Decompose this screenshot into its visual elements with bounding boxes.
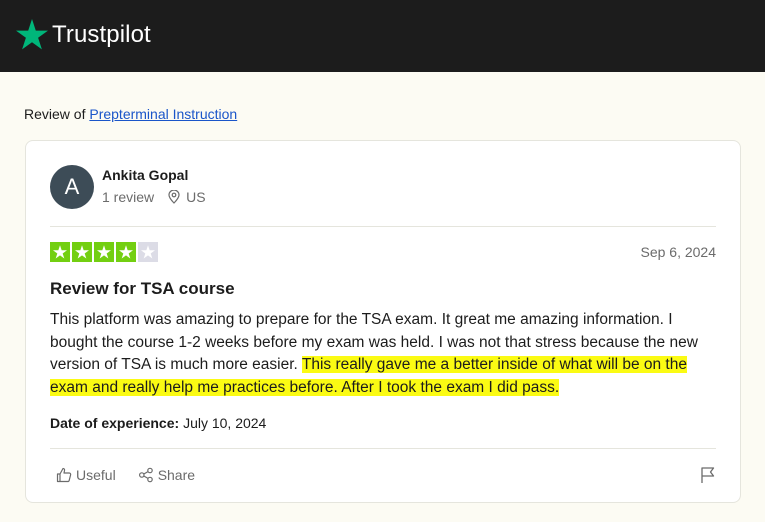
avatar[interactable]: A [50, 165, 94, 209]
review-card: A Ankita Gopal 1 review US Sep 6, 2024 R… [25, 140, 741, 503]
share-button[interactable]: Share [138, 467, 195, 483]
report-flag-button[interactable] [700, 466, 716, 489]
share-icon [138, 467, 153, 483]
divider [50, 448, 716, 449]
trustpilot-star-icon [16, 19, 48, 50]
thumbs-up-icon [56, 467, 72, 483]
experience-date: July 10, 2024 [183, 415, 267, 431]
top-bar: Trustpilot [0, 0, 765, 72]
company-link[interactable]: Prepterminal Instruction [89, 106, 237, 122]
review-date: Sep 6, 2024 [640, 244, 716, 260]
divider [50, 226, 716, 227]
review-of-prefix: Review of [24, 106, 86, 122]
star-filled-icon [94, 242, 114, 262]
star-filled-icon [72, 242, 92, 262]
useful-label: Useful [76, 467, 116, 483]
star-filled-icon [50, 242, 70, 262]
location-pin-icon [168, 190, 180, 204]
review-body: This platform was amazing to prepare for… [50, 309, 720, 399]
trustpilot-logo[interactable]: Trustpilot [16, 19, 151, 50]
reviewer-location: US [168, 189, 206, 205]
share-label: Share [157, 467, 196, 483]
star-empty-icon [138, 242, 158, 262]
flag-icon [701, 467, 715, 483]
review-title[interactable]: Review for TSA course [50, 279, 235, 299]
date-of-experience: Date of experience: July 10, 2024 [50, 415, 266, 431]
experience-label: Date of experience: [50, 415, 180, 431]
review-of-line: Review of Prepterminal Instruction [24, 106, 237, 122]
review-count: 1 review [102, 189, 155, 205]
reviewer-name[interactable]: Ankita Gopal [102, 167, 188, 183]
star-filled-icon [116, 242, 136, 262]
brand-name: Trustpilot [52, 20, 151, 48]
reviewer-country: US [186, 189, 206, 205]
review-actions: Useful Share [56, 467, 217, 483]
reviewer-meta: 1 review US [102, 189, 206, 205]
star-rating [50, 242, 158, 262]
useful-button[interactable]: Useful [56, 467, 116, 483]
